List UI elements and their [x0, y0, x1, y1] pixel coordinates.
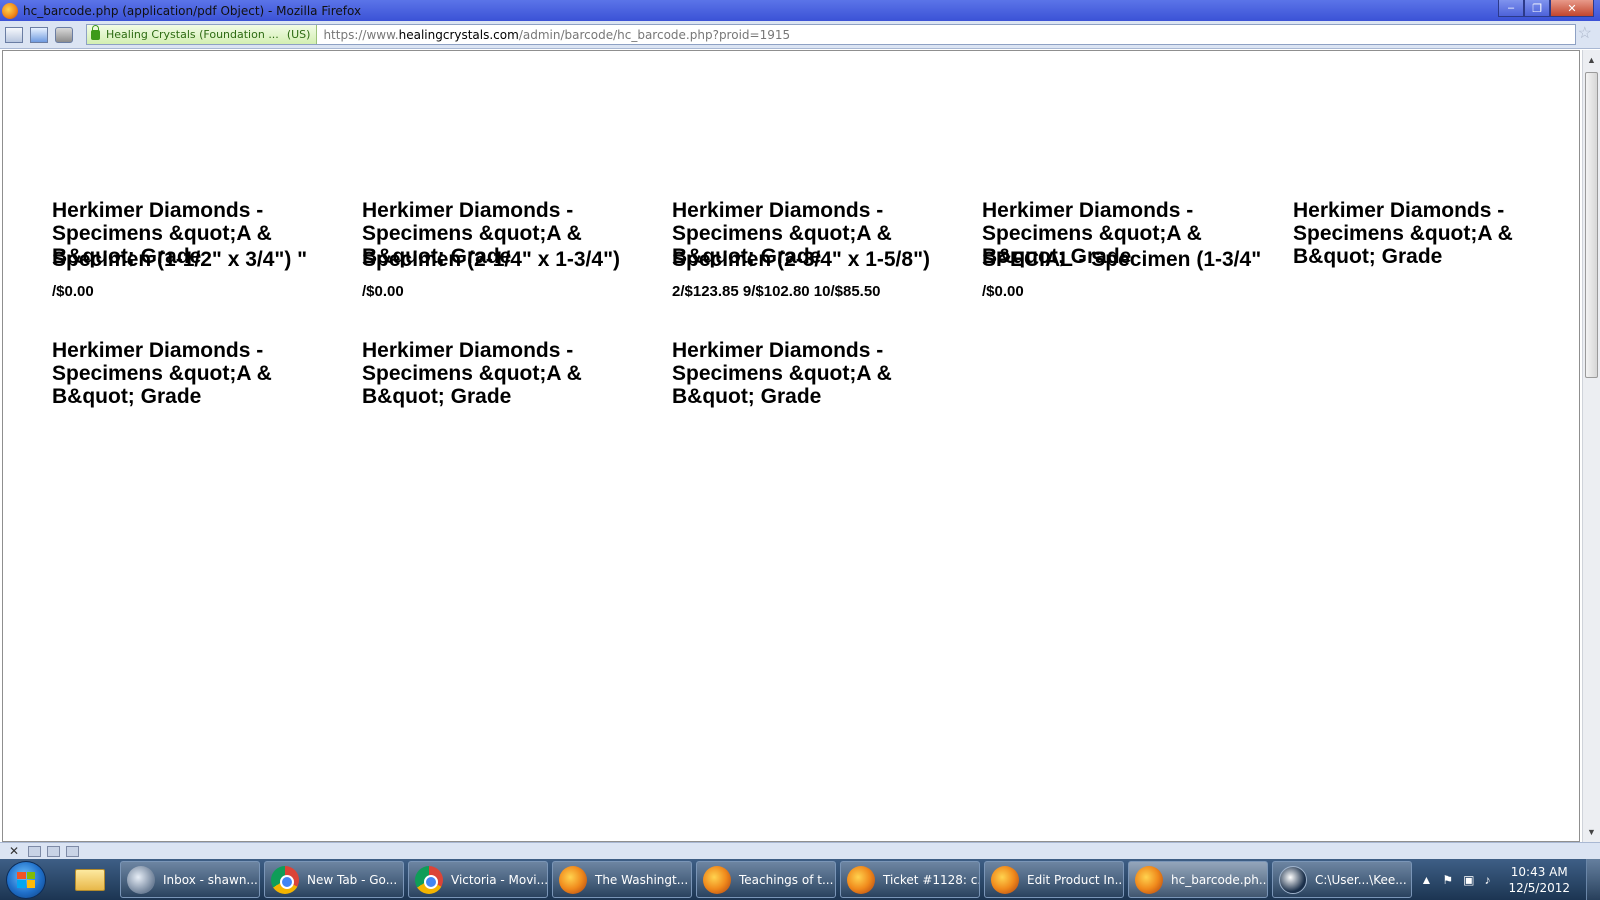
- taskbar-item-label: Ticket #1128: c...: [883, 872, 980, 887]
- show-hidden-icons-icon[interactable]: ▲: [1420, 873, 1432, 887]
- scrollbar-thumb[interactable]: [1585, 72, 1598, 378]
- scroll-up-icon[interactable]: ▲: [1583, 52, 1600, 68]
- bookmark-star-icon[interactable]: ☆: [1578, 23, 1592, 43]
- product-name: Herkimer Diamonds - Specimens &quot;A & …: [362, 339, 582, 408]
- taskbar-item-firefox[interactable]: The Washingt...: [552, 861, 692, 898]
- firefox-icon: [559, 865, 587, 894]
- product-name: Herkimer Diamonds - Specimens &quot;A & …: [52, 339, 272, 408]
- title-bar: hc_barcode.php (application/pdf Object) …: [0, 0, 1600, 21]
- taskbar-item-label: C:\User...\Kee...: [1315, 872, 1407, 887]
- show-desktop-button[interactable]: [1586, 859, 1600, 900]
- vertical-scrollbar[interactable]: ▲ ▼: [1582, 50, 1600, 842]
- minimize-button[interactable]: –: [1498, 0, 1524, 17]
- product-spec: SPECIAL - Specimen (1-3/4": [982, 248, 1262, 271]
- product-spec: Specimen (2-1/4" x 1-3/4"): [362, 248, 621, 271]
- addon-bar: ✕: [0, 842, 1600, 859]
- site-country-label: (US): [286, 28, 311, 41]
- start-button[interactable]: [6, 860, 46, 899]
- product-spec: Specimen (2-3/4" x 1-5/8"): [672, 248, 931, 271]
- product-spec: Specimen (1-1/2" x 3/4") ": [52, 248, 308, 271]
- taskbar-item-label: New Tab - Go...: [307, 872, 398, 887]
- scroll-down-icon[interactable]: ▼: [1583, 824, 1600, 840]
- barcode-label: Herkimer Diamonds - Specimens &quot;A & …: [982, 199, 1262, 300]
- window-controls: – ❐ ✕: [1498, 0, 1594, 17]
- taskbar-item-keepass[interactable]: C:\User...\Kee...: [1272, 861, 1412, 898]
- product-price: 2/$123.85 9/$102.80 10/$85.50: [672, 283, 881, 300]
- system-tray: ▲ ⚑ ▣ ♪ 10:43 AM 12/5/2012: [1410, 859, 1600, 900]
- windows-logo-icon: [17, 871, 35, 888]
- explorer-pinned[interactable]: [70, 861, 110, 899]
- addon-bar-icon[interactable]: [47, 845, 61, 857]
- network-icon[interactable]: ▣: [1463, 873, 1474, 887]
- window-title: hc_barcode.php (application/pdf Object) …: [23, 3, 362, 18]
- thunderbird-icon: [127, 865, 155, 894]
- url-domain: healingcrystals.com: [398, 27, 519, 42]
- volume-icon[interactable]: ♪: [1484, 873, 1490, 887]
- taskbar-item-chrome[interactable]: Victoria - Movi...: [408, 861, 548, 898]
- taskbar-item-label: The Washingt...: [595, 872, 689, 887]
- keepass-icon: [1279, 865, 1307, 894]
- site-identity-button[interactable]: Healing Crystals (Foundation ... (US): [87, 24, 318, 44]
- firefox-icon: [847, 865, 875, 894]
- folder-icon: [75, 868, 105, 891]
- barcode-label: Herkimer Diamonds - Specimens &quot;A & …: [1293, 199, 1573, 268]
- taskbar-item-label: Inbox - shawn...: [163, 872, 258, 887]
- firefox-icon: [2, 2, 18, 19]
- product-name: Herkimer Diamonds - Specimens &quot;A & …: [1293, 199, 1513, 268]
- product-name: Herkimer Diamonds - Specimens &quot;A & …: [672, 339, 892, 408]
- site-identity-label: Healing Crystals (Foundation ...: [106, 28, 279, 41]
- url-text[interactable]: https://www.healingcrystals.com/admin/ba…: [323, 28, 790, 42]
- lock-icon: [91, 24, 100, 40]
- close-addon-bar-icon[interactable]: ✕: [9, 844, 19, 858]
- product-price: /$0.00: [362, 283, 404, 300]
- firefox-icon: [1135, 865, 1163, 894]
- url-bar[interactable]: Healing Crystals (Foundation ... (US) ht…: [86, 24, 1576, 45]
- barcode-label: Herkimer Diamonds - Specimens &quot;A & …: [672, 339, 952, 408]
- taskbar-item-firefox-active[interactable]: hc_barcode.ph...: [1128, 861, 1268, 898]
- maximize-button[interactable]: ❐: [1524, 0, 1550, 17]
- mail-icon[interactable]: [66, 845, 80, 857]
- taskbar-item-firefox[interactable]: Edit Product In...: [984, 861, 1124, 898]
- clock-time: 10:43 AM: [1510, 864, 1568, 879]
- product-price: /$0.00: [982, 283, 1024, 300]
- sidebar-icon[interactable]: [30, 26, 48, 43]
- pdf-content: Herkimer Diamonds - Specimens &quot;A & …: [2, 50, 1580, 842]
- addon-bar-icon[interactable]: [28, 845, 42, 857]
- navigation-bar: Healing Crystals (Foundation ... (US) ht…: [0, 21, 1600, 49]
- barcode-label: Herkimer Diamonds - Specimens &quot;A & …: [52, 339, 332, 408]
- close-button[interactable]: ✕: [1550, 0, 1594, 17]
- barcode-label: Herkimer Diamonds - Specimens &quot;A & …: [362, 199, 642, 300]
- url-path: /admin/barcode/hc_barcode.php?proid=1915: [518, 27, 791, 42]
- clock-date: 12/5/2012: [1508, 880, 1570, 895]
- action-center-flag-icon[interactable]: ⚑: [1442, 873, 1453, 887]
- addon-icon[interactable]: [55, 26, 73, 43]
- chrome-icon: [271, 865, 299, 894]
- taskbar-item-chrome[interactable]: New Tab - Go...: [264, 861, 404, 898]
- clock[interactable]: 10:43 AM 12/5/2012: [1508, 864, 1570, 896]
- taskbar-item-thunderbird[interactable]: Inbox - shawn...: [120, 861, 260, 898]
- barcode-label: Herkimer Diamonds - Specimens &quot;A & …: [362, 339, 642, 408]
- barcode-label: Herkimer Diamonds - Specimens &quot;A & …: [52, 199, 332, 300]
- firefox-icon: [991, 865, 1019, 894]
- taskbar-item-label: Edit Product In...: [1027, 872, 1124, 887]
- taskbar-item-firefox[interactable]: Ticket #1128: c...: [840, 861, 980, 898]
- taskbar-item-firefox[interactable]: Teachings of t...: [696, 861, 836, 898]
- firefox-icon: [703, 865, 731, 894]
- taskbar-item-label: hc_barcode.ph...: [1171, 872, 1268, 887]
- chrome-icon: [415, 865, 443, 894]
- taskbar-item-label: Teachings of t...: [739, 872, 834, 887]
- taskbar-item-label: Victoria - Movi...: [451, 872, 548, 887]
- bookmarks-icon[interactable]: [5, 26, 23, 43]
- url-prefix: https://www.: [323, 27, 399, 42]
- taskbar: Inbox - shawn... New Tab - Go... Victori…: [0, 859, 1600, 900]
- product-price: /$0.00: [52, 283, 94, 300]
- barcode-label: Herkimer Diamonds - Specimens &quot;A & …: [672, 199, 952, 300]
